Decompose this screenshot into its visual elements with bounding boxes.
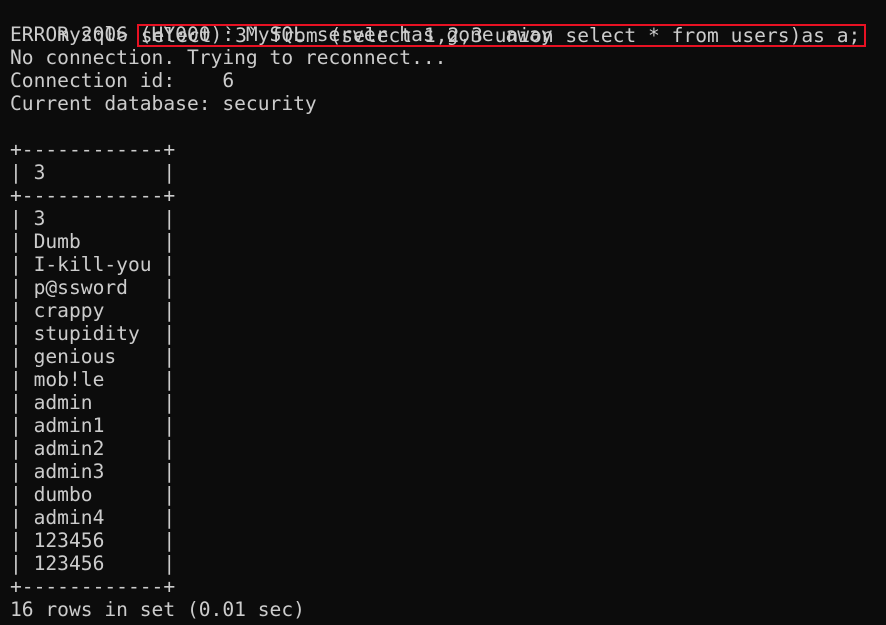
table-row: | mob!le |: [10, 368, 176, 391]
table-row: | admin4 |: [10, 506, 176, 529]
table-row: | Dumb |: [10, 230, 176, 253]
table-row: | admin3 |: [10, 460, 176, 483]
table-row: | crappy |: [10, 299, 176, 322]
table-border-bottom: +------------+: [10, 575, 176, 598]
table-row: | dumbo |: [10, 483, 176, 506]
table-row: | 3 |: [10, 207, 176, 230]
result-table: +------------+ | 3 | +------------+ | 3 | | …: [10, 138, 880, 598]
table-border-header: +------------+: [10, 184, 176, 207]
table-row: | admin2 |: [10, 437, 176, 460]
table-row: | 123456 |: [10, 529, 176, 552]
table-border-top: +------------+: [10, 138, 176, 161]
table-row: | genious |: [10, 345, 176, 368]
terminal-window[interactable]: mysql> select `3` from (select 1,2,3 uni…: [10, 0, 880, 621]
command-line: mysql> select `3` from (select 1,2,3 uni…: [10, 0, 880, 47]
table-row: | admin |: [10, 391, 176, 414]
table-row: | admin1 |: [10, 414, 176, 437]
result-summary: 16 rows in set (0.01 sec): [10, 598, 305, 621]
current-database-message: Current database: security: [10, 92, 317, 115]
table-row: | I-kill-you |: [10, 253, 176, 276]
table-header: | 3 |: [10, 161, 176, 184]
connection-id-message: Connection id: 6: [10, 69, 235, 92]
reconnect-message: No connection. Trying to reconnect...: [10, 46, 447, 69]
table-row: | p@ssword |: [10, 276, 176, 299]
table-row: | stupidity |: [10, 322, 176, 345]
table-row: | 123456 |: [10, 552, 176, 575]
